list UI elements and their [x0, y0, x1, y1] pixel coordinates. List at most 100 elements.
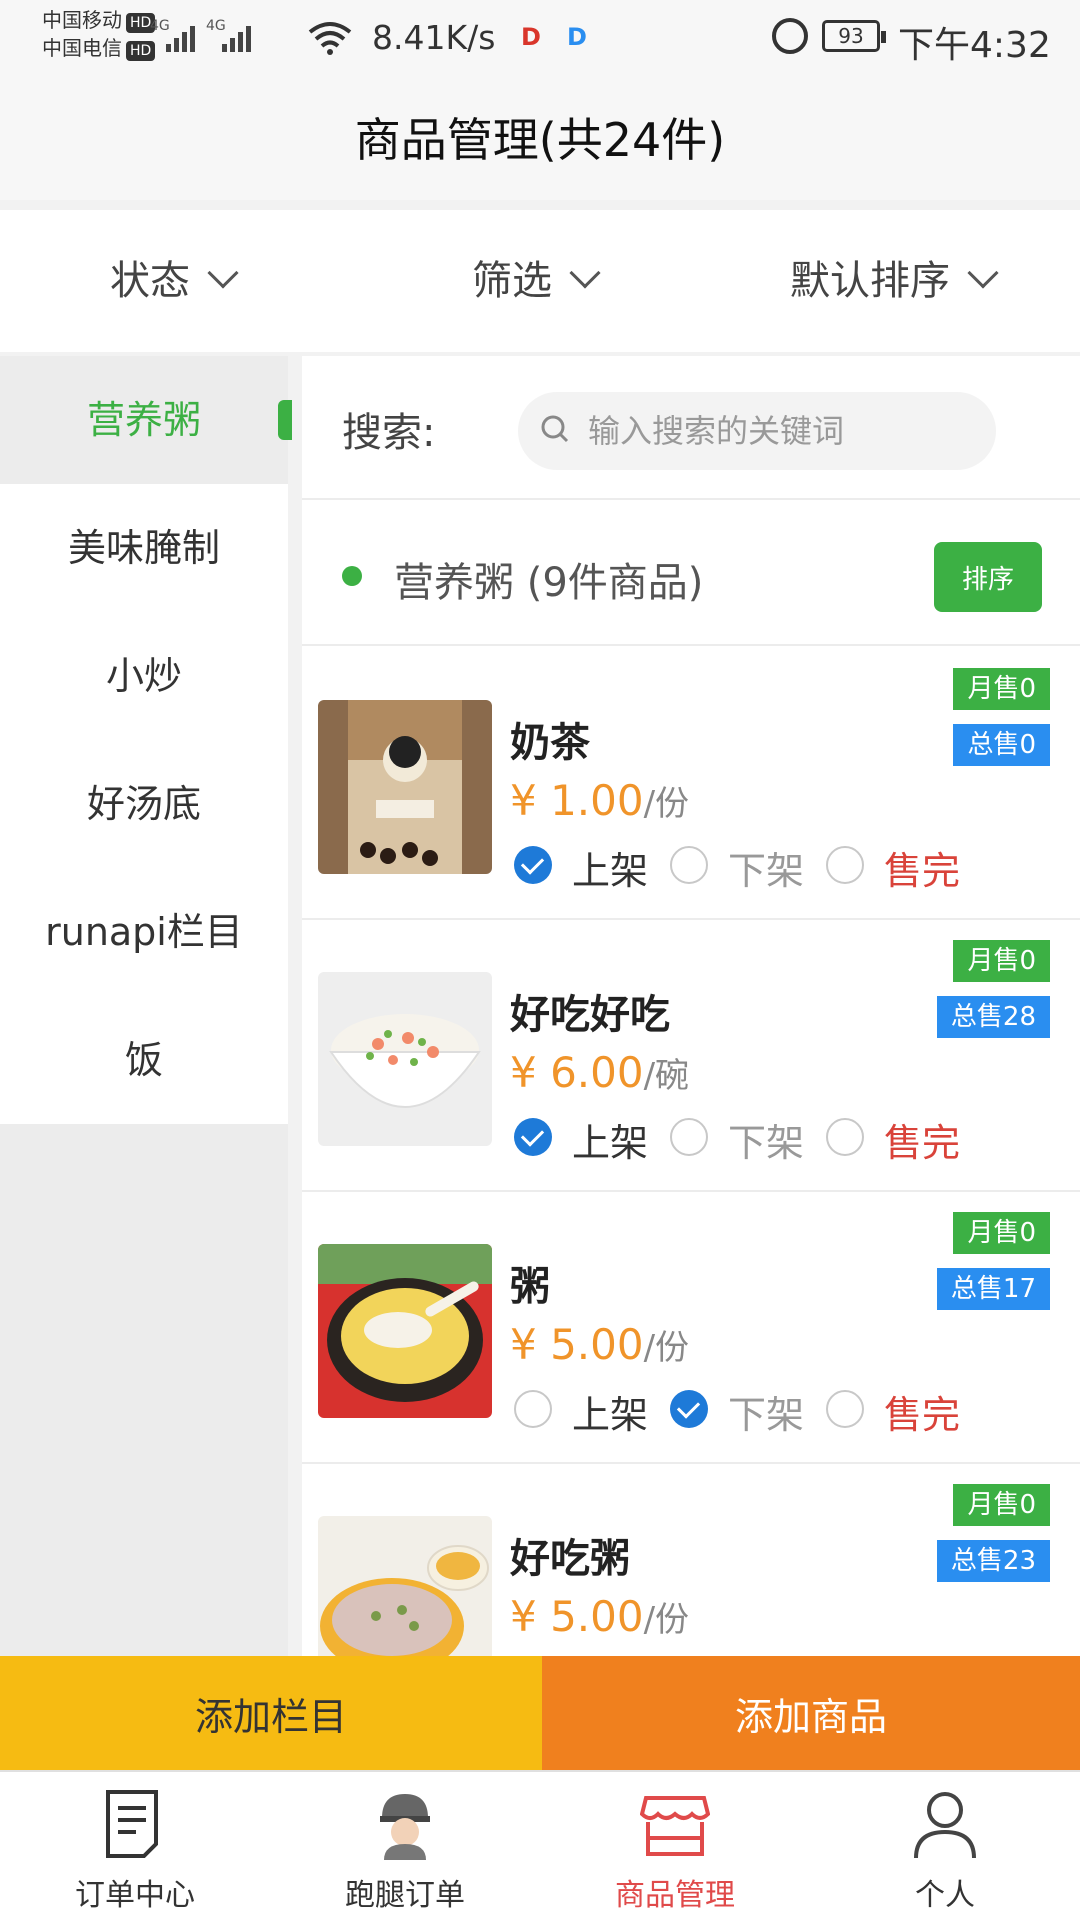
option-label: 售完: [884, 1393, 961, 1437]
tab-product-management[interactable]: 商品管理: [540, 1772, 810, 1920]
hd-badge: HD: [126, 41, 156, 61]
section-dot: [342, 566, 362, 586]
clock: 下午4:32: [898, 25, 1051, 66]
add-product-button[interactable]: 添加商品: [542, 1656, 1080, 1770]
product-image-congee: [318, 1244, 492, 1418]
search-icon: [541, 415, 569, 443]
search-input[interactable]: [588, 392, 988, 470]
radio-checked-icon: [514, 846, 552, 884]
category-item-pickled[interactable]: 美味腌制: [0, 484, 288, 612]
action-bar: 添加栏目 添加商品: [0, 1656, 1080, 1770]
status-bar: 中国移动 HD 中国电信 HD 4G 4G 8.41K/s D D 93 下午4:3…: [0, 0, 1080, 80]
app-notification-icon: D: [567, 23, 587, 51]
add-column-button[interactable]: 添加栏目: [0, 1656, 542, 1770]
product-price: ¥ 1.00/份: [510, 776, 689, 825]
search-label: 搜索:: [342, 410, 436, 456]
product-row[interactable]: 好吃粥 ¥ 5.00/份 月售0 总售23: [302, 1464, 1080, 1656]
bottom-tab-bar: 订单中心 跑腿订单 商品管理 个人: [0, 1770, 1080, 1920]
search-box[interactable]: [518, 392, 996, 470]
category-label: 小炒: [105, 654, 182, 698]
filter-label: 状态: [110, 258, 190, 304]
price-unit: /份: [643, 1600, 690, 1640]
monthly-sales-badge: 月售0: [953, 1484, 1050, 1526]
filter-status[interactable]: 状态: [110, 210, 239, 352]
header: 商品管理(共24件): [0, 80, 1080, 200]
category-item-soup-base[interactable]: 好汤底: [0, 740, 288, 868]
chevron-down-icon: [967, 257, 999, 289]
option-label: 下架: [728, 849, 805, 893]
price-value: ¥ 6.00: [510, 1048, 644, 1097]
product-panel: 搜索: 营养粥 (9件商品) 排序 奶茶 ¥ 1.0: [302, 356, 1080, 1656]
option-label: 上架: [572, 849, 649, 893]
app-notification-icon: D: [521, 23, 541, 51]
option-label: 上架: [572, 1121, 649, 1165]
price-value: ¥ 5.00: [510, 1320, 644, 1369]
wifi-icon: [308, 22, 352, 55]
tab-profile[interactable]: 个人: [810, 1772, 1080, 1920]
product-price: ¥ 5.00/份: [510, 1320, 689, 1369]
filter-sort[interactable]: 默认排序: [790, 210, 999, 352]
option-label: 售完: [884, 849, 961, 893]
price-unit: /份: [643, 1328, 690, 1368]
store-icon: [640, 1796, 710, 1856]
total-sales-badge: 总售23: [936, 1540, 1050, 1582]
product-row[interactable]: 粥 ¥ 5.00/份 月售0 总售17 上架 下架 售完: [302, 1192, 1080, 1464]
product-price: ¥ 6.00/碗: [510, 1048, 689, 1097]
net-speed: 8.41K/s: [372, 18, 496, 57]
tab-order-center[interactable]: 订单中心: [0, 1772, 270, 1920]
search-row: 搜索:: [302, 356, 1080, 500]
price-value: ¥ 5.00: [510, 1592, 644, 1641]
radio-icon: [826, 1390, 864, 1428]
filter-label: 筛选: [472, 258, 552, 304]
category-item-nutrition-porridge[interactable]: 营养粥: [0, 356, 292, 484]
category-sidebar: 营养粥 美味腌制 小炒 好汤底 runapi栏目 饭: [0, 356, 292, 1656]
option-label: 上架: [572, 1393, 649, 1437]
page-title: 商品管理(共24件): [354, 113, 726, 167]
courier-icon: [380, 1794, 430, 1860]
radio-icon: [514, 1390, 552, 1428]
option-label: 下架: [728, 1393, 805, 1437]
tab-label: 商品管理: [615, 1878, 735, 1913]
category-label: 美味腌制: [67, 526, 220, 570]
category-item-rice[interactable]: 饭: [0, 996, 288, 1124]
product-image-milk-tea: [318, 700, 492, 874]
product-price: ¥ 5.00/份: [510, 1592, 689, 1641]
sort-button[interactable]: 排序: [934, 542, 1042, 612]
filter-label: 默认排序: [790, 258, 950, 304]
filter-screen[interactable]: 筛选: [472, 210, 601, 352]
monthly-sales-badge: 月售0: [953, 668, 1050, 710]
person-icon: [914, 1792, 976, 1859]
radio-icon: [670, 1118, 708, 1156]
product-row[interactable]: 好吃好吃 ¥ 6.00/碗 月售0 总售28 上架 下架 售完: [302, 920, 1080, 1192]
product-name: 好吃好吃: [510, 992, 670, 1038]
option-label: 下架: [728, 1121, 805, 1165]
category-label: 营养粥: [86, 398, 201, 442]
radio-checked-icon: [670, 1390, 708, 1428]
chevron-down-icon: [569, 257, 601, 289]
category-label: runapi栏目: [45, 910, 243, 954]
price-value: ¥ 1.00: [510, 776, 644, 825]
document-icon: [106, 1790, 158, 1858]
section-title: 营养粥 (9件商品): [394, 560, 704, 606]
category-item-stir-fry[interactable]: 小炒: [0, 612, 288, 740]
carrier-info: 中国移动 HD 中国电信 HD: [42, 6, 156, 62]
total-sales-badge: 总售17: [936, 1268, 1050, 1310]
category-item-runapi[interactable]: runapi栏目: [0, 868, 288, 996]
product-name: 好吃粥: [510, 1536, 630, 1582]
radio-icon: [826, 846, 864, 884]
product-row[interactable]: 奶茶 ¥ 1.00/份 月售0 总售0 上架 下架 售完: [302, 648, 1080, 920]
total-sales-badge: 总售28: [936, 996, 1050, 1038]
filter-bar: 状态 筛选 默认排序: [0, 210, 1080, 352]
price-unit: /份: [643, 784, 690, 824]
monthly-sales-badge: 月售0: [953, 940, 1050, 982]
carrier-2: 中国电信: [42, 36, 122, 60]
section-header: 营养粥 (9件商品) 排序: [302, 502, 1080, 646]
price-unit: /碗: [643, 1056, 690, 1096]
product-name: 奶茶: [510, 720, 590, 766]
product-name: 粥: [510, 1264, 550, 1310]
product-image-porridge-bowl: [318, 972, 492, 1146]
radio-icon: [826, 1118, 864, 1156]
tab-label: 个人: [915, 1878, 975, 1913]
category-label: 饭: [124, 1038, 163, 1082]
tab-errand-orders[interactable]: 跑腿订单: [270, 1772, 540, 1920]
